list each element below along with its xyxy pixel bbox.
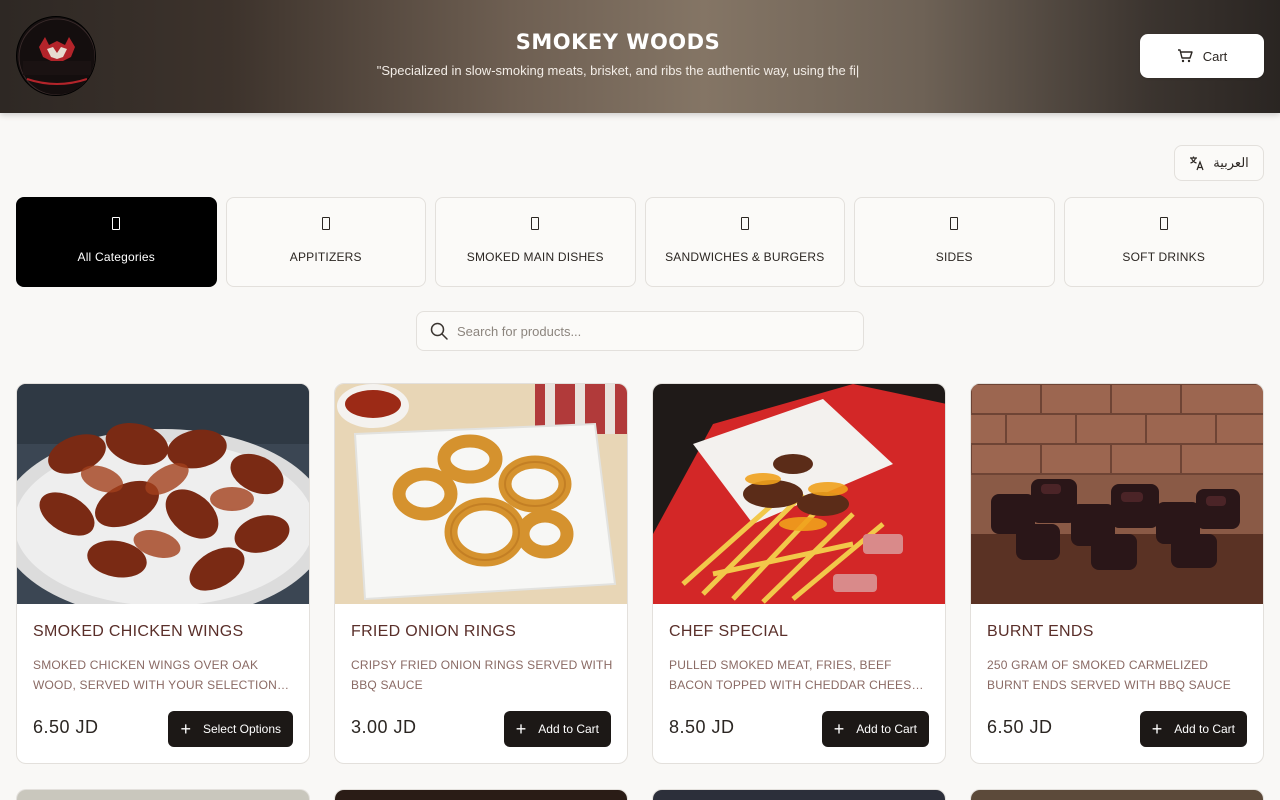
category-label: All Categories xyxy=(77,250,155,264)
product-card[interactable]: FRIED ONION RINGS CRIPSY FRIED ONION RIN… xyxy=(334,383,628,764)
add-to-cart-button[interactable]: + Add to Cart xyxy=(1139,711,1247,747)
search-icon xyxy=(430,322,448,340)
button-label: Add to Cart xyxy=(1174,722,1235,736)
product-image xyxy=(17,384,309,604)
brand-tagline: "Specialized in slow-smoking meats, bris… xyxy=(376,63,860,78)
product-card-partial[interactable] xyxy=(334,789,628,800)
product-image xyxy=(971,384,1263,604)
cart-icon xyxy=(1177,49,1193,63)
product-description: 250 GRAM OF SMOKED CARMELIZED BURNT ENDS… xyxy=(987,658,1231,692)
plus-icon: + xyxy=(1151,719,1163,739)
select-options-button[interactable]: + Select Options xyxy=(168,711,293,747)
plus-icon: + xyxy=(180,719,191,739)
plus-icon: + xyxy=(515,719,527,739)
category-icon xyxy=(321,217,330,230)
product-card[interactable]: BURNT ENDS 250 GRAM OF SMOKED CARMELIZED… xyxy=(970,383,1264,764)
category-tab-smoked-main-dishes[interactable]: SMOKED MAIN DISHES xyxy=(435,197,636,287)
product-name: SMOKED CHICKEN WINGS xyxy=(33,623,244,640)
product-price: 3.00 JD xyxy=(351,717,417,737)
category-tab-sides[interactable]: SIDES xyxy=(854,197,1055,287)
site-header: SMOKEY WOODS "Specialized in slow-smokin… xyxy=(0,0,1280,113)
product-search xyxy=(416,311,864,351)
translate-icon xyxy=(1190,156,1204,171)
product-image xyxy=(653,384,945,604)
brand-logo[interactable] xyxy=(16,16,96,96)
brand-title: SMOKEY WOODS xyxy=(515,30,721,54)
category-icon xyxy=(950,217,959,230)
product-card[interactable]: SMOKED CHICKEN WINGS SMOKED CHICKEN WING… xyxy=(16,383,310,764)
category-label: SANDWICHES & BURGERS xyxy=(665,250,825,264)
product-name: CHEF SPECIAL xyxy=(669,623,789,640)
button-label: Add to Cart xyxy=(856,722,917,736)
product-description: CRIPSY FRIED ONION RINGS SERVED WITH BBQ… xyxy=(351,658,613,692)
cart-label: Cart xyxy=(1202,48,1228,64)
category-icon xyxy=(531,217,540,230)
product-card-partial[interactable] xyxy=(652,789,946,800)
category-tabs: All Categories APPITIZERS SMOKED MAIN DI… xyxy=(16,197,1264,287)
add-to-cart-button[interactable]: + Add to Cart xyxy=(503,711,611,747)
product-price: 6.50 JD xyxy=(987,717,1053,737)
category-label: APPITIZERS xyxy=(289,250,362,264)
category-label: SOFT DRINKS xyxy=(1122,250,1206,264)
product-card[interactable]: CHEF SPECIAL PULLED SMOKED MEAT, FRIES, … xyxy=(652,383,946,764)
product-price: 6.50 JD xyxy=(33,717,99,737)
cart-button[interactable]: Cart xyxy=(1140,34,1264,78)
category-tab-sandwiches-burgers[interactable]: SANDWICHES & BURGERS xyxy=(644,197,845,287)
category-tab-soft-drinks[interactable]: SOFT DRINKS xyxy=(1063,197,1264,287)
category-tab-appitizers[interactable]: APPITIZERS xyxy=(225,197,426,287)
category-tab-all[interactable]: All Categories xyxy=(16,197,217,287)
product-name: BURNT ENDS xyxy=(987,623,1094,640)
product-price: 8.50 JD xyxy=(669,717,735,737)
search-input[interactable] xyxy=(457,323,837,339)
plus-icon: + xyxy=(833,719,845,739)
category-label: SIDES xyxy=(935,250,973,264)
language-label: العربية xyxy=(1213,155,1249,170)
language-toggle[interactable]: العربية xyxy=(1174,145,1264,181)
product-card-partial[interactable] xyxy=(970,789,1264,800)
category-icon xyxy=(740,217,749,230)
product-description: SMOKED CHICKEN WINGS OVER OAK WOOD, SERV… xyxy=(33,658,277,692)
category-icon xyxy=(1159,217,1168,230)
product-card-partial[interactable] xyxy=(16,789,310,800)
product-image xyxy=(335,384,627,604)
category-icon xyxy=(112,217,121,230)
product-description: PULLED SMOKED MEAT, FRIES, BEEF BACON TO… xyxy=(669,658,920,692)
add-to-cart-button[interactable]: + Add to Cart xyxy=(821,711,929,747)
button-label: Add to Cart xyxy=(538,722,599,736)
category-label: SMOKED MAIN DISHES xyxy=(466,250,604,264)
button-label: Select Options xyxy=(202,722,281,736)
product-name: FRIED ONION RINGS xyxy=(351,623,517,640)
